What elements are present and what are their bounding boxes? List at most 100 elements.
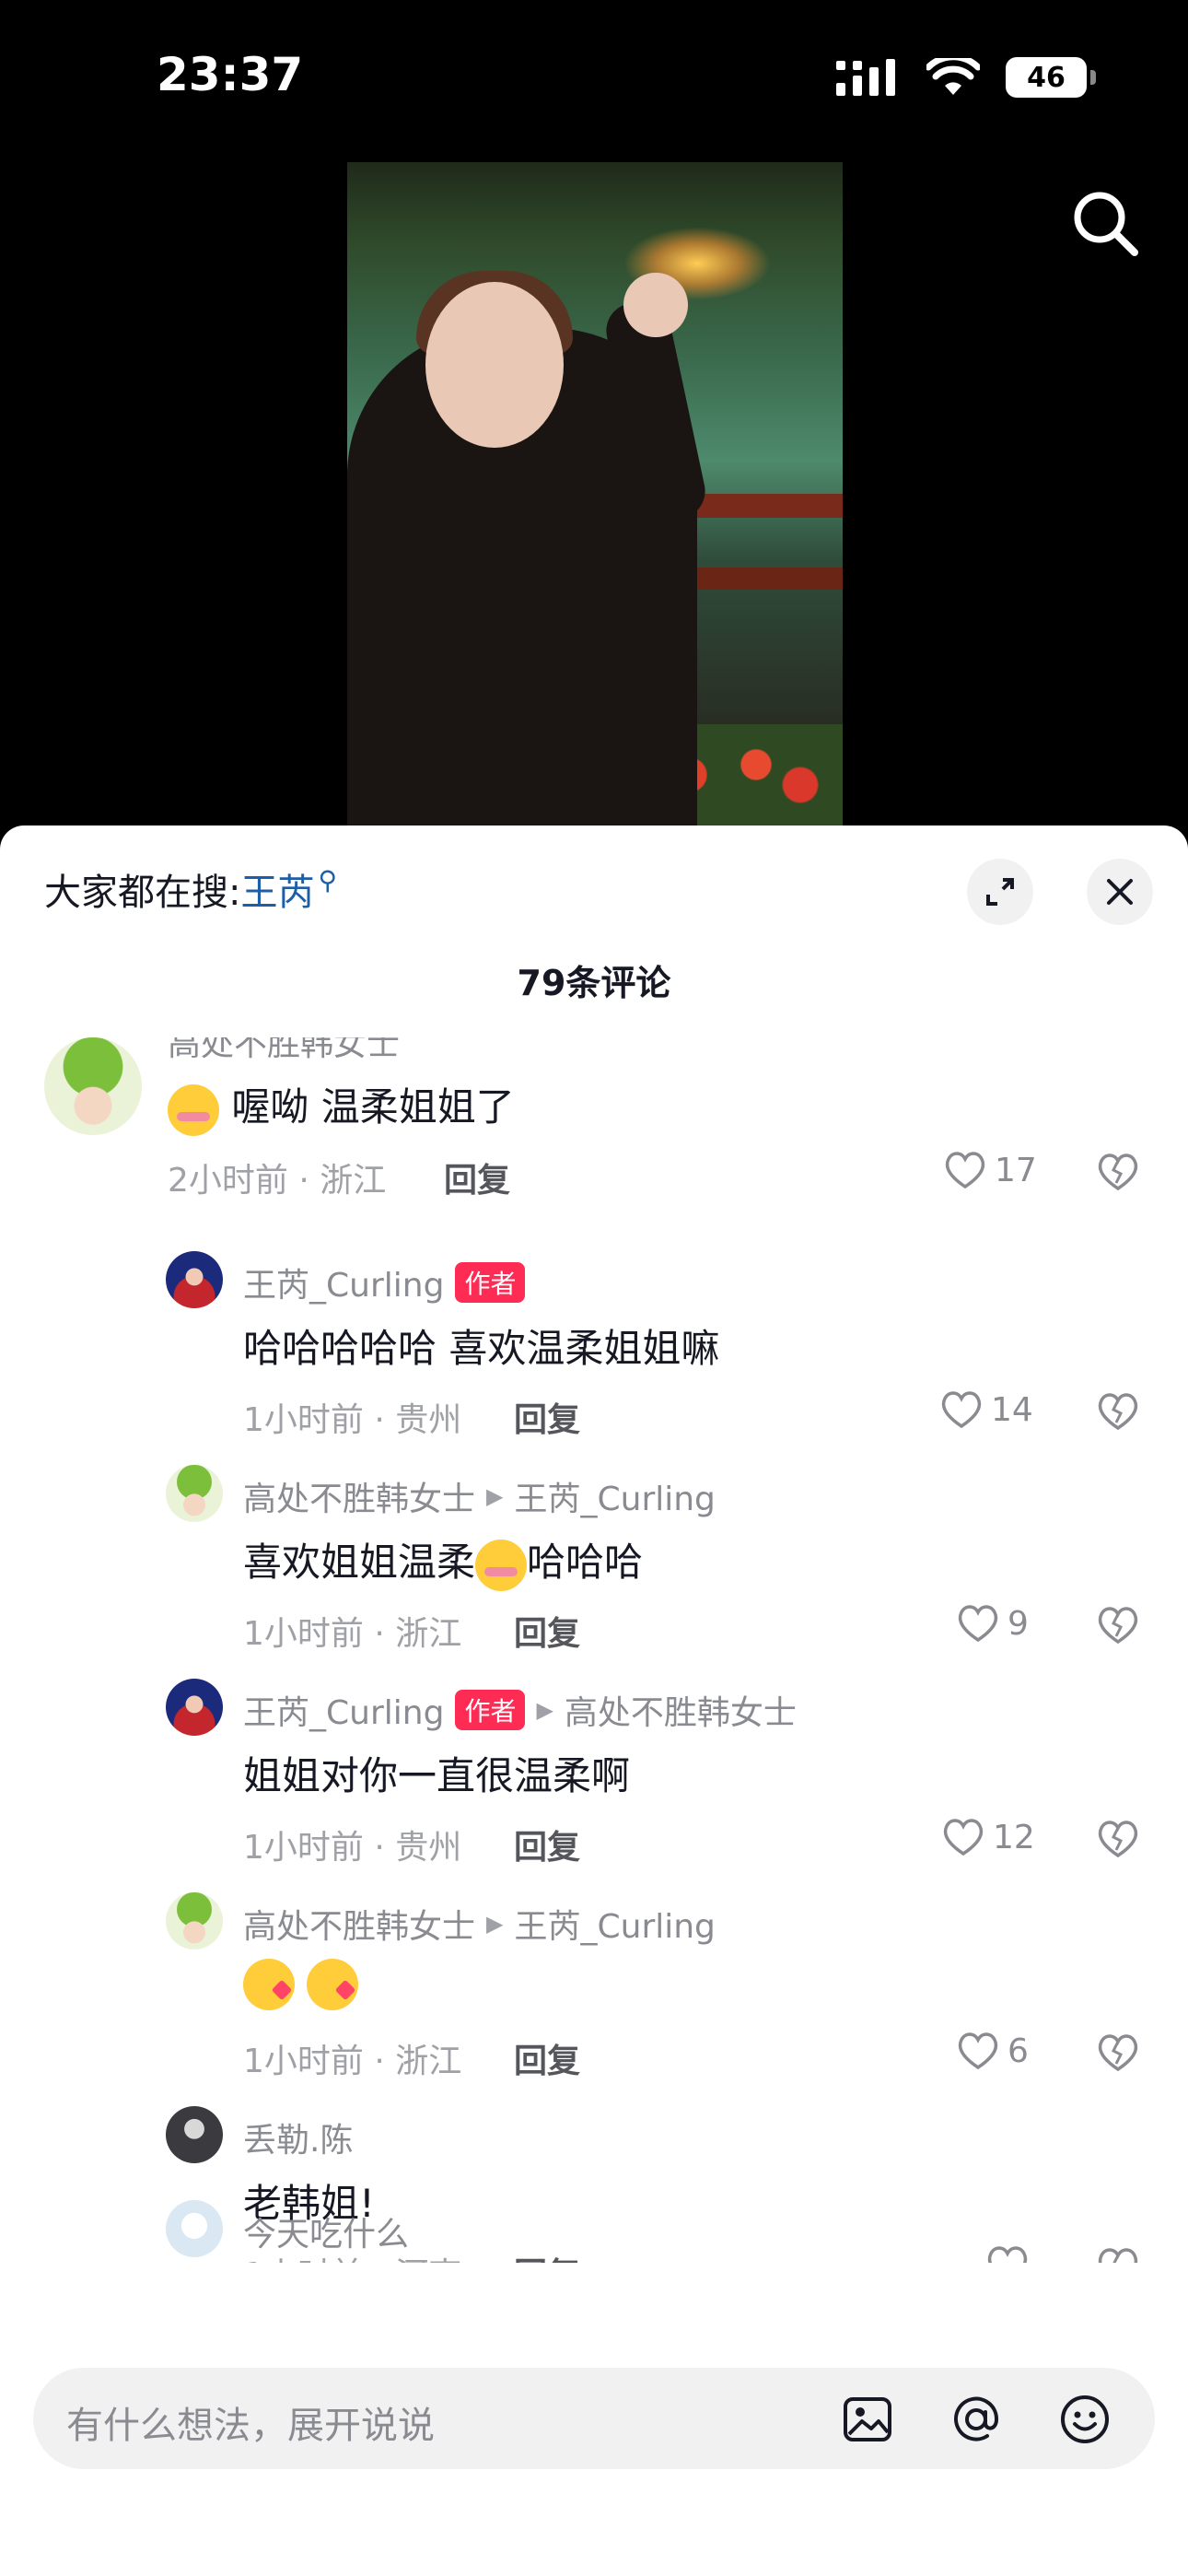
flushed-emoji: [475, 1539, 528, 1591]
like-button[interactable]: 6: [956, 2031, 1029, 2071]
reply-to-name[interactable]: 王芮_Curling: [514, 1472, 715, 1520]
reply-to-name[interactable]: 高处不胜韩女士: [565, 1686, 797, 1734]
comment-text-before: 喜欢姐姐温柔: [243, 1540, 476, 1585]
heart-icon: [958, 1605, 998, 1643]
hot-search[interactable]: 大家都在搜: 王芮 ⚲: [44, 862, 337, 916]
hot-search-keyword[interactable]: 王芮: [240, 862, 314, 916]
kissing-emoji: [307, 1959, 359, 2010]
comment-text-after: 哈哈哈: [527, 1540, 644, 1585]
flushed-emoji: [168, 1083, 219, 1136]
heart-icon: [941, 1391, 982, 1429]
close-button[interactable]: [1087, 859, 1153, 925]
comment-author[interactable]: 王芮_Curling 作者 ▶ 高处不胜韩女士: [243, 1686, 797, 1734]
like-count: 12: [993, 1818, 1035, 1856]
reply-button[interactable]: 回复: [514, 1821, 580, 1868]
like-count: 17: [995, 1151, 1037, 1189]
comment-time-location: 1小时前 · 贵州: [243, 1401, 462, 1439]
video-hand: [623, 273, 688, 337]
signal-icon: [836, 59, 895, 96]
reply-button[interactable]: 回复: [514, 1607, 580, 1655]
comment-sheet: 大家都在搜: 王芮 ⚲ 79条评论 高处不胜韩女士 喔呦 温柔姐姐了 2小时前: [0, 825, 1188, 2576]
expand-button[interactable]: [967, 859, 1033, 925]
author-name[interactable]: 高处不胜韩女士: [243, 1900, 475, 1948]
reply-arrow-icon: ▶: [486, 1911, 504, 1937]
like-count: 9: [1007, 1604, 1029, 1643]
reply-button[interactable]: 回复: [444, 1153, 510, 1201]
like-button[interactable]: 9: [956, 1603, 1029, 1644]
comment-author[interactable]: 高处不胜韩女士 ▶ 王芮_Curling: [243, 1472, 716, 1520]
comment-text-body: 喔呦 温柔姐姐了: [231, 1084, 515, 1130]
comment-time-location: 2小时前 · 浙江: [168, 1162, 387, 1200]
video-face: [425, 282, 564, 448]
comment-author[interactable]: 今天吃什么: [243, 2207, 409, 2255]
author-name[interactable]: 今天吃什么: [243, 2207, 409, 2255]
author-name[interactable]: 高处不胜韩女士: [243, 1472, 475, 1520]
dislike-icon[interactable]: [1096, 1819, 1140, 1859]
reply-arrow-icon: ▶: [486, 1483, 504, 1509]
at-icon[interactable]: [950, 2394, 1002, 2445]
author-name[interactable]: 王芮_Curling: [243, 1259, 444, 1306]
status-time: 23:37: [157, 48, 304, 101]
comment-text: 喜欢姐姐温柔 哈哈哈: [243, 1531, 643, 1591]
comment-text: [243, 1959, 359, 2010]
expand-icon: [986, 878, 1014, 906]
image-icon[interactable]: [842, 2394, 893, 2445]
author-badge: 作者: [455, 1690, 526, 1730]
comment-list: 高处不胜韩女士 喔呦 温柔姐姐了 2小时前 · 浙江 回复 17 王芮_Curl…: [0, 1037, 1188, 2263]
avatar[interactable]: [166, 1251, 223, 1308]
comment-count: 79条评论: [517, 963, 671, 1003]
search-small-icon: ⚲: [318, 864, 337, 896]
hot-search-prefix: 大家都在搜:: [44, 872, 241, 914]
emoji-icon[interactable]: [1059, 2394, 1111, 2445]
comment-time-location: 1小时前 · 浙江: [243, 2043, 462, 2080]
comment-author[interactable]: 王芮_Curling 作者: [243, 1259, 526, 1306]
status-icons: 46: [836, 57, 1096, 98]
avatar[interactable]: [166, 1465, 223, 1522]
comment-text: 喔呦 温柔姐姐了: [168, 1076, 515, 1136]
comment-author[interactable]: 丢勒.陈: [243, 2113, 353, 2161]
search-icon[interactable]: [1066, 184, 1144, 262]
reply-arrow-icon: ▶: [536, 1697, 553, 1723]
comment-author[interactable]: 高处不胜韩女士 ▶ 王芮_Curling: [243, 1900, 716, 1948]
comment-input-placeholder: 有什么想法，展开说说: [66, 2405, 435, 2447]
author-badge: 作者: [455, 1262, 526, 1303]
battery-icon: 46: [1006, 57, 1096, 98]
author-name[interactable]: 丢勒.陈: [243, 2113, 353, 2161]
avatar[interactable]: [166, 1892, 223, 1950]
comment-time-location: 1小时前 · 贵州: [243, 1829, 462, 1867]
video-player[interactable]: [347, 162, 843, 825]
comment-input[interactable]: 有什么想法，展开说说: [33, 2368, 1155, 2469]
comment-item: 高处不胜韩女士 喔呦 温柔姐姐了 2小时前 · 浙江 回复 17: [0, 1037, 1188, 1249]
dislike-icon[interactable]: [1096, 2032, 1140, 2073]
dislike-icon[interactable]: [1096, 1391, 1140, 1432]
comment-text: 姐姐对你一直很温柔啊: [243, 1753, 631, 1798]
like-button[interactable]: 12: [941, 1817, 1035, 1857]
reply-item: 王芮_Curling 作者 ▶ 高处不胜韩女士 姐姐对你一直很温柔啊 1小时前 …: [0, 1679, 1188, 1891]
reply-to-name[interactable]: 王芮_Curling: [514, 1900, 715, 1948]
reply-button[interactable]: 回复: [514, 2034, 580, 2082]
close-icon: [1107, 879, 1133, 905]
heart-icon: [958, 2032, 998, 2070]
heart-icon: [945, 1152, 985, 1189]
comment-time-location: 1小时前 · 浙江: [243, 1615, 462, 1653]
reply-button[interactable]: 回复: [514, 1393, 580, 1441]
avatar[interactable]: [166, 2106, 223, 2163]
like-count: 14: [991, 1390, 1033, 1429]
like-button[interactable]: 14: [939, 1389, 1033, 1430]
avatar[interactable]: [166, 2200, 223, 2257]
like-button[interactable]: 17: [943, 1150, 1037, 1190]
wifi-icon: [926, 58, 980, 95]
dislike-icon[interactable]: [1096, 1605, 1140, 1645]
reply-item: 今天吃什么: [0, 2200, 1188, 2263]
dislike-icon[interactable]: [1096, 1152, 1140, 1192]
reply-item: 王芮_Curling 作者 哈哈哈哈哈 喜欢温柔姐姐嘛 1小时前 · 贵州 回复…: [0, 1251, 1188, 1463]
heart-icon: [943, 1819, 984, 1856]
like-count: 6: [1007, 2032, 1029, 2070]
author-name[interactable]: 高处不胜韩女士: [168, 1037, 400, 1065]
author-name[interactable]: 王芮_Curling: [243, 1686, 444, 1734]
avatar[interactable]: [166, 1679, 223, 1736]
comment-author[interactable]: 高处不胜韩女士: [168, 1037, 400, 1065]
reply-item: 高处不胜韩女士 ▶ 王芮_Curling 1小时前 · 浙江 回复 6: [0, 1892, 1188, 2104]
comment-text: 哈哈哈哈哈 喜欢温柔姐姐嘛: [243, 1326, 720, 1371]
avatar[interactable]: [44, 1037, 142, 1135]
